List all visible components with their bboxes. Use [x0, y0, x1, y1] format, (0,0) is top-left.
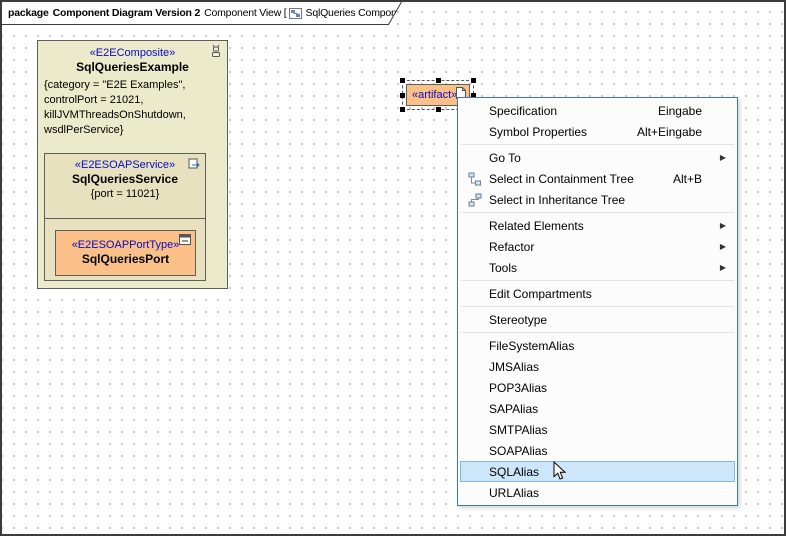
menu-item-refactor[interactable]: Refactor ▶: [460, 236, 735, 257]
menu-item-label: Go To: [489, 151, 521, 165]
soap-service-icon: [188, 157, 201, 170]
menu-item-label: SOAPAlias: [489, 444, 547, 458]
menu-separator: [461, 306, 734, 307]
menu-item-sapalias[interactable]: SAPAlias: [460, 398, 735, 419]
menu-item-soapalias[interactable]: SOAPAlias: [460, 440, 735, 461]
property-line: {category = "E2E Examples",: [44, 78, 223, 93]
menu-item-label: Edit Compartments: [489, 287, 592, 301]
e2e-composite-icon: [209, 44, 223, 58]
component-sqlqueriesexample[interactable]: «E2EComposite» SqlQueriesExample {catego…: [37, 40, 228, 289]
menu-item-label: SAPAlias: [489, 402, 538, 416]
menu-item-select-in-inheritance-tree[interactable]: Select in Inheritance Tree: [460, 189, 735, 210]
menu-icon-slot: [461, 172, 489, 186]
menu-item-go-to[interactable]: Go To ▶: [460, 147, 735, 168]
menu-item-label: Specification: [489, 104, 557, 118]
context-menu: Specification Eingabe Symbol Properties …: [457, 97, 738, 506]
port-type-icon: [179, 234, 191, 245]
frame-context: Component View [: [204, 7, 286, 19]
menu-item-jmsalias[interactable]: JMSAlias: [460, 356, 735, 377]
menu-icon-slot: [461, 193, 489, 207]
diagram-canvas[interactable]: package Component Diagram Version 2 Comp…: [0, 0, 786, 536]
frame-bracket: ]: [420, 7, 423, 19]
menu-item-label: POP3Alias: [489, 381, 547, 395]
menu-separator: [461, 332, 734, 333]
frame-diagram-name: SqlQueries Components: [306, 7, 416, 19]
menu-item-tools[interactable]: Tools ▶: [460, 257, 735, 278]
component-properties: {category = "E2E Examples", controlPort …: [38, 75, 227, 138]
menu-separator: [461, 212, 734, 213]
menu-item-label: Select in Inheritance Tree: [489, 193, 625, 207]
menu-item-related-elements[interactable]: Related Elements ▶: [460, 215, 735, 236]
menu-item-urlalias[interactable]: URLAlias: [460, 482, 735, 503]
selection-handle[interactable]: [471, 78, 476, 83]
property-line: controlPort = 21021,: [44, 93, 223, 108]
selection-handle[interactable]: [436, 78, 441, 83]
menu-item-label: FileSystemAlias: [489, 339, 574, 353]
menu-separator: [461, 280, 734, 281]
menu-item-specification[interactable]: Specification Eingabe: [460, 100, 735, 121]
selection-handle[interactable]: [400, 93, 405, 98]
submenu-arrow-icon: ▶: [720, 263, 734, 272]
diagram-icon: [289, 7, 302, 20]
component-properties: {port = 11021}: [45, 187, 205, 202]
menu-item-symbol-properties[interactable]: Symbol Properties Alt+Eingabe: [460, 121, 735, 142]
menu-item-label: Related Elements: [489, 219, 584, 233]
menu-item-shortcut: Eingabe: [658, 104, 734, 118]
component-name: SqlQueriesService: [45, 172, 205, 187]
frame-keyword: package: [8, 7, 49, 19]
menu-item-label: Stereotype: [489, 313, 547, 327]
menu-item-label: Tools: [489, 261, 517, 275]
property-line: killJVMThreadsOnShutdown,: [44, 108, 223, 123]
submenu-arrow-icon: ▶: [720, 153, 734, 162]
menu-item-select-in-containment-tree[interactable]: Select in Containment Tree Alt+B: [460, 168, 735, 189]
stereotype-label: «E2EComposite»: [38, 46, 227, 60]
menu-item-filesystemalias[interactable]: FileSystemAlias: [460, 335, 735, 356]
submenu-arrow-icon: ▶: [720, 242, 734, 251]
selection-handle[interactable]: [400, 107, 405, 112]
selection-handle[interactable]: [436, 107, 441, 112]
menu-item-label: SMTPAlias: [489, 423, 547, 437]
menu-item-label: SQLAlias: [489, 465, 539, 479]
inheritance-tree-icon: [468, 193, 482, 207]
menu-item-label: Refactor: [489, 240, 534, 254]
menu-item-shortcut: Alt+Eingabe: [637, 125, 734, 139]
stereotype-label: «E2ESOAPService»: [45, 158, 205, 172]
mouse-cursor: [550, 461, 568, 481]
menu-item-stereotype[interactable]: Stereotype: [460, 309, 735, 330]
component-name: SqlQueriesExample: [38, 60, 227, 75]
menu-item-label: JMSAlias: [489, 360, 539, 374]
menu-item-shortcut: Alt+B: [673, 172, 734, 186]
compartment-separator: [45, 218, 205, 219]
menu-item-pop3alias[interactable]: POP3Alias: [460, 377, 735, 398]
menu-item-label: Select in Containment Tree: [489, 172, 634, 186]
selection-handle[interactable]: [400, 78, 405, 83]
stereotype-label: «E2ESOAPPortType»: [56, 238, 195, 252]
menu-item-label: URLAlias: [489, 486, 539, 500]
menu-item-label: Symbol Properties: [489, 125, 587, 139]
menu-item-smtpalias[interactable]: SMTPAlias: [460, 419, 735, 440]
containment-tree-icon: [468, 172, 482, 186]
menu-item-sqlalias[interactable]: SQLAlias: [460, 461, 735, 482]
frame-title: Component Diagram Version 2: [53, 7, 200, 19]
diagram-frame-tab: package Component Diagram Version 2 Comp…: [2, 2, 402, 24]
menu-separator: [461, 144, 734, 145]
property-line: wsdlPerService}: [44, 123, 223, 138]
component-sqlqueriesservice[interactable]: «E2ESOAPService» SqlQueriesService {port…: [44, 153, 206, 281]
submenu-arrow-icon: ▶: [720, 221, 734, 230]
component-name: SqlQueriesPort: [56, 252, 195, 267]
component-sqlqueriesport[interactable]: «E2ESOAPPortType» SqlQueriesPort: [55, 230, 196, 276]
menu-item-edit-compartments[interactable]: Edit Compartments: [460, 283, 735, 304]
